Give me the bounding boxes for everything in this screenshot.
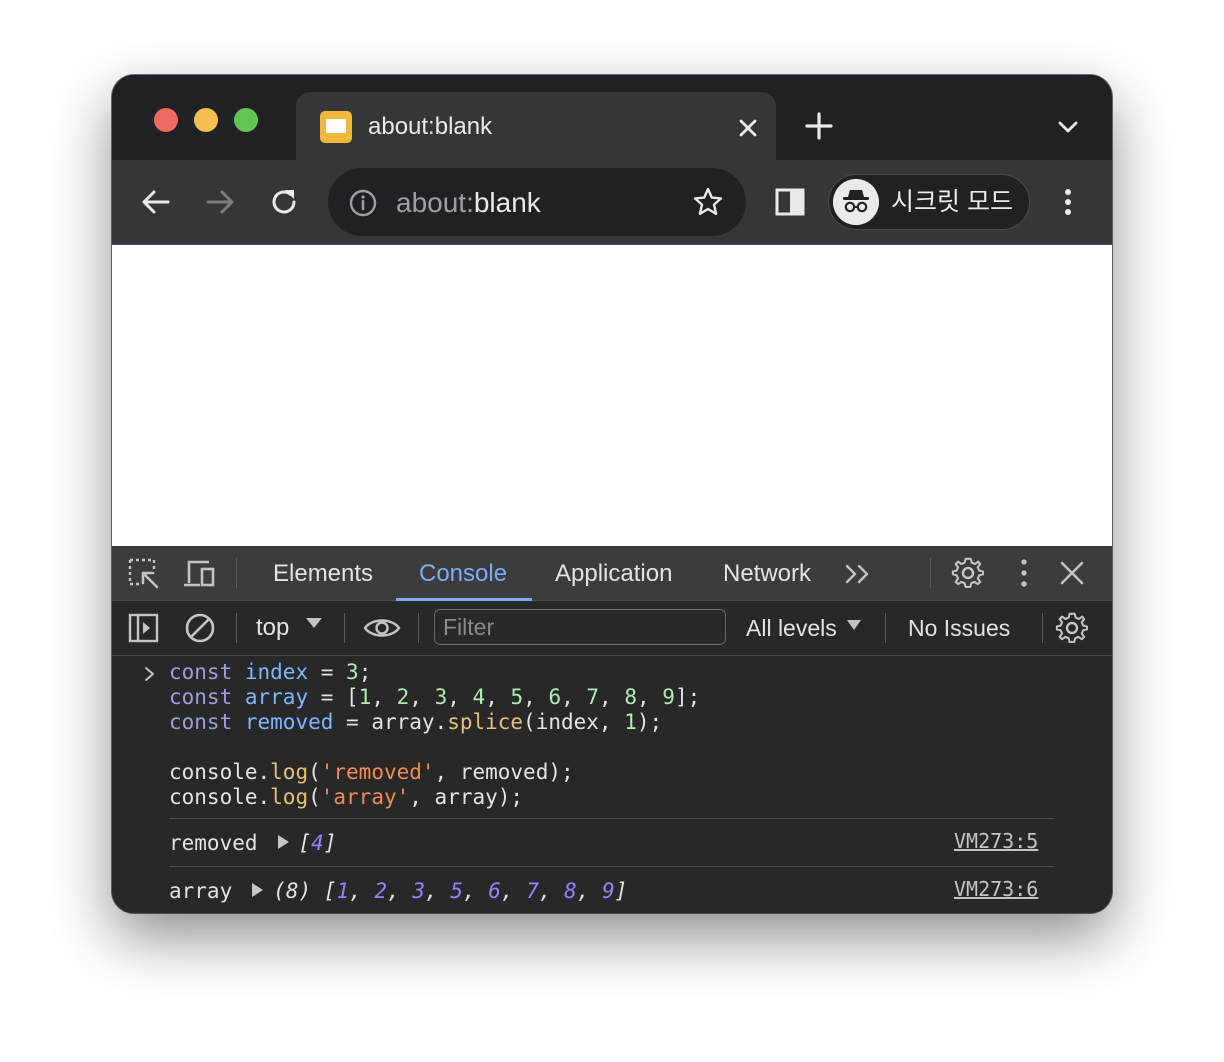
plus-icon[interactable] <box>802 109 836 143</box>
incognito-indicator[interactable]: 시크릿 모드 <box>828 174 1030 230</box>
address-scheme: about: <box>396 187 474 218</box>
eye-icon[interactable] <box>363 611 401 645</box>
tab-elements[interactable]: Elements <box>273 546 373 600</box>
separator <box>930 558 931 588</box>
arrow-left-icon[interactable] <box>138 184 174 220</box>
browser-window: about:blank about:blank 시크릿 모드 Elements … <box>112 75 1112 913</box>
page-content <box>112 245 1112 546</box>
gear-icon[interactable] <box>951 556 985 590</box>
kebab-menu-icon[interactable] <box>1050 184 1086 220</box>
tab-application[interactable]: Application <box>555 546 672 600</box>
inspect-element-icon[interactable] <box>127 557 161 591</box>
console-input-code: const index = 3; const array = [1, 2, 3,… <box>169 660 701 809</box>
tab-about-blank[interactable]: about:blank <box>296 92 776 160</box>
source-link[interactable]: VM273:6 <box>954 875 1038 903</box>
reload-icon[interactable] <box>266 184 302 220</box>
star-icon[interactable] <box>692 186 724 218</box>
log-entry-removed[interactable]: removed [4] <box>169 829 336 857</box>
address-host: blank <box>473 187 541 218</box>
log-levels-dropdown[interactable]: All levels <box>746 611 837 645</box>
separator <box>1042 613 1043 643</box>
chevron-right-icon <box>145 667 154 681</box>
incognito-icon <box>833 179 879 225</box>
separator <box>418 613 419 643</box>
issues-counter[interactable]: No Issues <box>908 611 1010 645</box>
separator <box>236 558 237 588</box>
console-output[interactable]: const index = 3; const array = [1, 2, 3,… <box>112 656 1112 913</box>
double-chevron-icon[interactable] <box>842 557 876 591</box>
log-label: array <box>169 879 233 903</box>
separator <box>344 613 345 643</box>
tab-strip: about:blank <box>112 75 1112 160</box>
devtools-panel: Elements Console Application Network top… <box>112 546 1112 913</box>
expand-triangle-icon[interactable] <box>252 883 264 897</box>
incognito-label: 시크릿 모드 <box>891 188 1013 216</box>
close-window-button[interactable] <box>154 108 178 132</box>
tab-title: about:blank <box>368 113 493 140</box>
source-link[interactable]: VM273:5 <box>954 827 1038 855</box>
separator <box>885 613 886 643</box>
expand-triangle-icon[interactable] <box>277 835 289 849</box>
blank-page-icon <box>320 111 352 143</box>
filter-input[interactable] <box>434 609 726 645</box>
arrow-right-icon[interactable] <box>202 184 238 220</box>
log-divider <box>169 866 1054 867</box>
context-selector[interactable]: top <box>256 611 289 645</box>
caret-down-icon[interactable] <box>304 613 324 633</box>
clear-console-icon[interactable] <box>183 611 217 645</box>
close-icon[interactable] <box>1055 556 1089 590</box>
minimize-window-button[interactable] <box>194 108 218 132</box>
close-icon[interactable] <box>732 112 764 144</box>
chevron-down-icon[interactable] <box>1054 113 1082 141</box>
address-text[interactable]: about:blank <box>396 186 541 220</box>
zoom-window-button[interactable] <box>234 108 258 132</box>
log-divider <box>169 818 1054 819</box>
caret-down-icon[interactable] <box>846 617 862 633</box>
console-toolbar: top All levels No Issues <box>112 601 1112 656</box>
gear-icon[interactable] <box>1055 611 1089 645</box>
log-entry-array[interactable]: array (8) [1, 2, 3, 5, 6, 7, 8, 9] <box>169 877 627 905</box>
kebab-menu-icon[interactable] <box>1007 556 1041 590</box>
device-toolbar-icon[interactable] <box>182 557 216 591</box>
browser-toolbar: about:blank 시크릿 모드 <box>112 160 1112 245</box>
info-icon[interactable] <box>348 188 378 218</box>
separator <box>236 613 237 643</box>
tab-network[interactable]: Network <box>723 546 811 600</box>
side-panel-icon[interactable] <box>772 184 808 220</box>
devtools-tab-bar: Elements Console Application Network <box>112 546 1112 601</box>
sidebar-toggle-icon[interactable] <box>127 611 161 645</box>
tab-console[interactable]: Console <box>419 546 507 600</box>
log-label: removed <box>169 831 258 855</box>
address-bar[interactable]: about:blank <box>328 168 746 236</box>
